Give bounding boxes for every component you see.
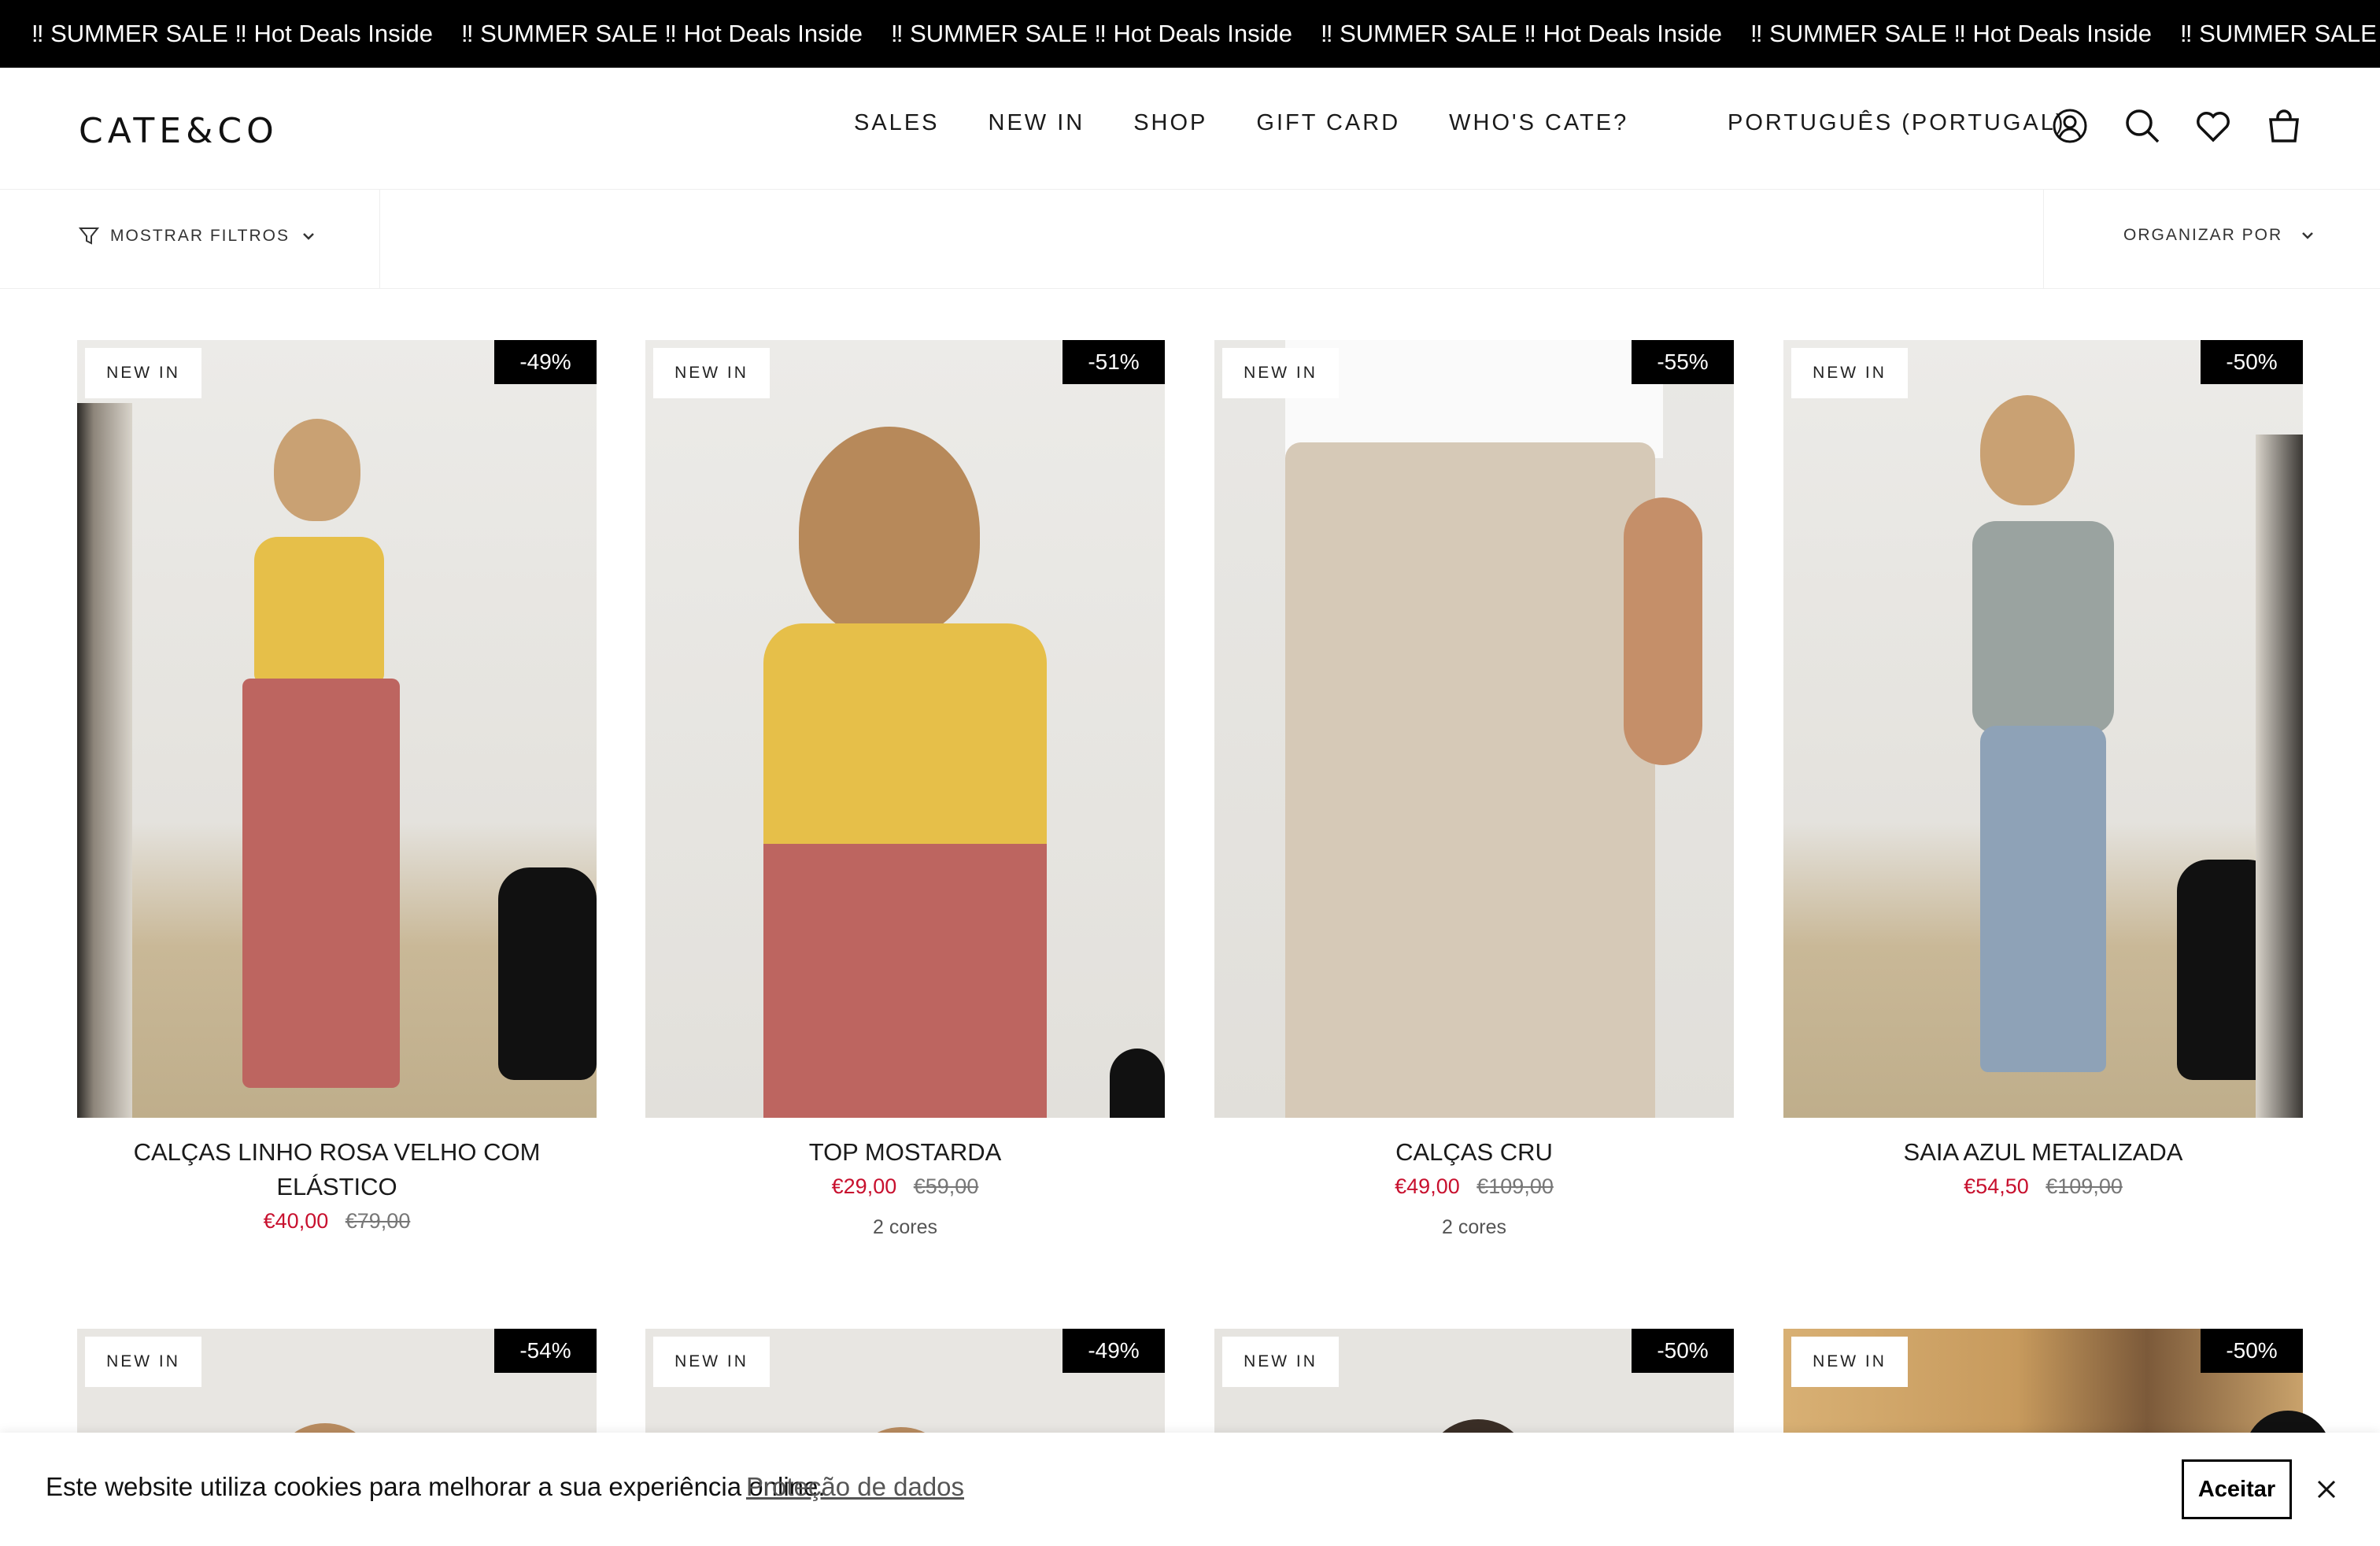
nav-item-gift-card[interactable]: GIFT CARD: [1256, 110, 1400, 136]
divider: [379, 190, 380, 289]
product-photo: [1783, 340, 2303, 1118]
original-price: €79,00: [345, 1209, 411, 1233]
pants-shape: [1285, 442, 1655, 1118]
product-photo: [645, 340, 1165, 1118]
original-price: €109,00: [2046, 1174, 2123, 1198]
announcement-text[interactable]: ‼ SUMMER SALE ‼ Hot Deals Inside: [461, 0, 863, 68]
sort-by-label: ORGANIZAR POR: [2123, 226, 2283, 244]
sale-price: €29,00: [831, 1174, 897, 1198]
product-image[interactable]: NEW IN -50%: [1783, 340, 2303, 1118]
new-in-badge: NEW IN: [1222, 348, 1339, 398]
announcement-text[interactable]: ‼ SUMMER SALE ‼ Hot Deals Inside: [1321, 0, 1722, 68]
discount-badge: -49%: [494, 340, 597, 384]
sale-price: €54,50: [1964, 1174, 2029, 1198]
product-title[interactable]: CALÇAS LINHO ROSA VELHO COM ELÁSTICO: [77, 1135, 597, 1204]
search-icon[interactable]: [2123, 107, 2161, 145]
stool-shape: [1110, 1049, 1165, 1118]
heart-icon[interactable]: [2194, 107, 2232, 145]
discount-badge: -51%: [1062, 340, 1165, 384]
announcement-text[interactable]: ‼ SUMMER SALE ‼ Hot Deals Inside: [2180, 0, 2380, 68]
product-image[interactable]: NEW IN -49%: [77, 340, 597, 1118]
bag-icon[interactable]: [2265, 107, 2303, 145]
color-count: 2 cores: [873, 1216, 937, 1238]
show-filters-label: MOSTRAR FILTROS: [110, 227, 290, 245]
pants-shape: [242, 679, 400, 1088]
stool-shape: [498, 867, 597, 1080]
sort-by-button[interactable]: ORGANIZAR POR: [2123, 226, 2315, 245]
product-title[interactable]: TOP MOSTARDA: [645, 1135, 1165, 1170]
product-prices: €49,00 €109,00: [1214, 1174, 1734, 1199]
product-card[interactable]: NEW IN -51% TOP MOSTARDA €29,00 €59,00 2…: [645, 340, 1165, 1239]
filter-bar: MOSTRAR FILTROS ORGANIZAR POR: [0, 190, 2380, 289]
nav-item-new-in[interactable]: NEW IN: [989, 110, 1085, 136]
chevron-down-icon: [2302, 232, 2314, 239]
cookie-message: Este website utiliza cookies para melhor…: [46, 1472, 826, 1501]
new-in-badge: NEW IN: [1222, 1337, 1339, 1387]
show-filters-button[interactable]: MOSTRAR FILTROS: [79, 226, 316, 246]
shirt-shape: [1285, 340, 1663, 458]
discount-badge: -54%: [494, 1329, 597, 1373]
nav-item-sales[interactable]: SALES: [854, 110, 940, 136]
skirt-shape: [1980, 726, 2106, 1072]
vest-shape: [1972, 521, 2114, 734]
main-nav: SALES NEW IN SHOP GIFT CARD WHO'S CATE?: [854, 110, 1628, 136]
discount-badge: -55%: [1632, 340, 1734, 384]
new-in-badge: NEW IN: [85, 348, 201, 398]
head-shape: [799, 427, 980, 639]
top-shape: [254, 537, 384, 682]
accept-cookies-button[interactable]: Aceitar: [2182, 1459, 2292, 1519]
product-card[interactable]: NEW IN -49% CALÇAS LINHO ROSA VELHO COM …: [77, 340, 597, 1233]
privacy-link[interactable]: Proteção de dados: [746, 1472, 964, 1502]
product-title[interactable]: SAIA AZUL METALIZADA: [1783, 1135, 2303, 1170]
product-photo: [1214, 340, 1734, 1118]
head-shape: [274, 419, 360, 521]
color-count: 2 cores: [1442, 1216, 1506, 1238]
hand-shape: [1624, 497, 1702, 765]
discount-badge: -50%: [2201, 340, 2303, 384]
product-prices: €54,50 €109,00: [1783, 1174, 2303, 1199]
sale-price: €40,00: [263, 1209, 329, 1233]
product-image[interactable]: NEW IN -55%: [1214, 340, 1734, 1118]
announcement-text[interactable]: ‼ SUMMER SALE ‼ Hot Deals Inside: [891, 0, 1292, 68]
new-in-badge: NEW IN: [85, 1337, 201, 1387]
language-selector[interactable]: PORTUGUÊS (PORTUGAL): [1728, 110, 2066, 136]
product-card[interactable]: NEW IN -50% SAIA AZUL METALIZADA €54,50 …: [1783, 340, 2303, 1199]
product-prices: €40,00 €79,00: [77, 1209, 597, 1233]
announcement-text[interactable]: ‼ SUMMER SALE ‼ Hot Deals Inside: [1750, 0, 2152, 68]
mirror-shape: [77, 403, 132, 1118]
new-in-badge: NEW IN: [1791, 1337, 1908, 1387]
new-in-badge: NEW IN: [653, 348, 770, 398]
discount-badge: -49%: [1062, 1329, 1165, 1373]
cookie-banner: Este website utiliza cookies para melhor…: [0, 1433, 2380, 1546]
product-prices: €29,00 €59,00: [645, 1174, 1165, 1199]
logo[interactable]: CATE&CO: [79, 111, 279, 151]
site-header: CATE&CO SALES NEW IN SHOP GIFT CARD WHO'…: [0, 68, 2380, 190]
product-card[interactable]: NEW IN -55% CALÇAS CRU €49,00 €109,00 2 …: [1214, 340, 1734, 1239]
original-price: €109,00: [1476, 1174, 1554, 1198]
close-icon[interactable]: [2311, 1474, 2342, 1505]
discount-badge: -50%: [2201, 1329, 2303, 1373]
new-in-badge: NEW IN: [1791, 348, 1908, 398]
pants-shape: [763, 844, 1047, 1118]
discount-badge: -50%: [1632, 1329, 1734, 1373]
product-image[interactable]: NEW IN -51%: [645, 340, 1165, 1118]
product-photo: [77, 340, 597, 1118]
head-shape: [1980, 395, 2075, 505]
mirror-shape: [2256, 435, 2303, 1118]
announcement-bar: ‼ SUMMER SALE ‼ Hot Deals Inside ‼ SUMME…: [0, 0, 2380, 68]
account-icon[interactable]: [2051, 107, 2089, 145]
divider: [2043, 190, 2044, 289]
new-in-badge: NEW IN: [653, 1337, 770, 1387]
filter-icon: [79, 227, 99, 245]
chevron-down-icon: [303, 233, 314, 240]
product-title[interactable]: CALÇAS CRU: [1214, 1135, 1734, 1170]
nav-item-whos-cate[interactable]: WHO'S CATE?: [1449, 110, 1628, 136]
original-price: €59,00: [913, 1174, 979, 1198]
announcement-text[interactable]: ‼ SUMMER SALE ‼ Hot Deals Inside: [31, 0, 433, 68]
sale-price: €49,00: [1395, 1174, 1460, 1198]
nav-item-shop[interactable]: SHOP: [1133, 110, 1207, 136]
